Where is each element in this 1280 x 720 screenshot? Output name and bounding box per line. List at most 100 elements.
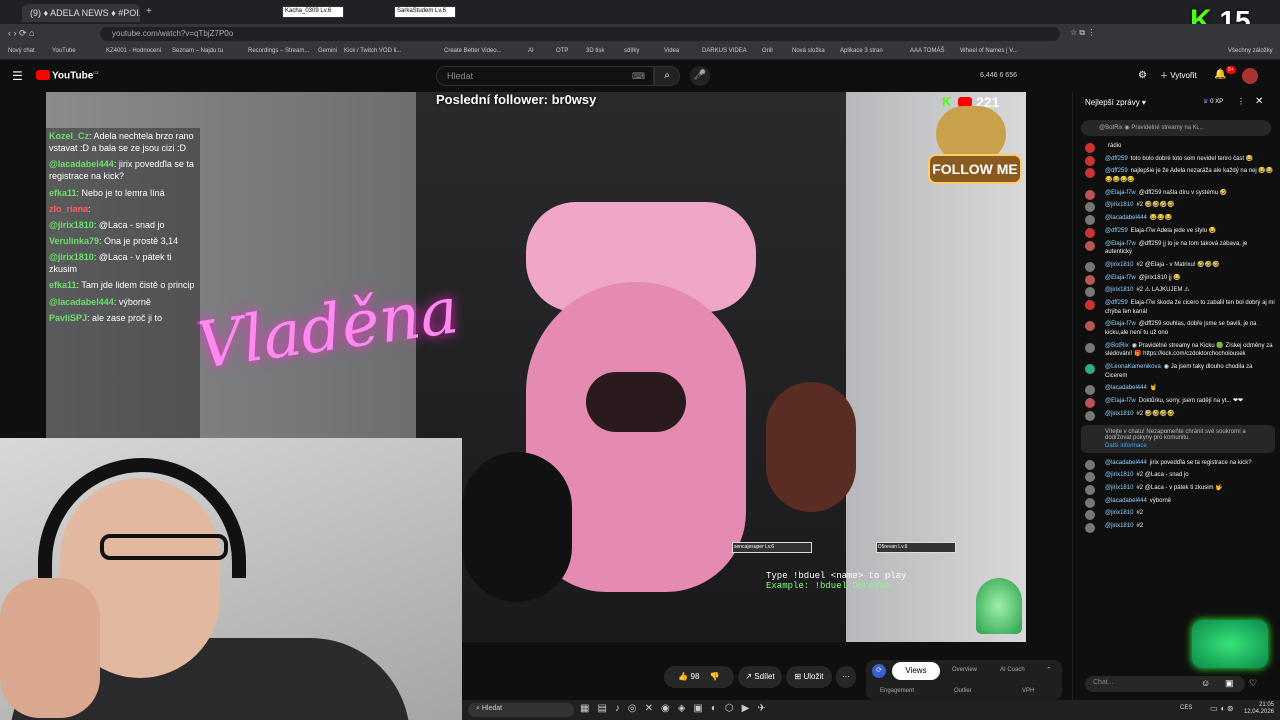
bookmark-item[interactable]: Všechny záložky bbox=[1228, 48, 1273, 54]
save-label: Uložit bbox=[803, 672, 824, 681]
save-button[interactable]: ⊞ Uložit bbox=[786, 666, 832, 688]
chat-username[interactable]: @Elaja-f7w bbox=[1105, 398, 1136, 404]
bookmark-item[interactable]: sdílky bbox=[624, 48, 639, 54]
bookmark-item[interactable]: Nový chat bbox=[8, 48, 35, 54]
bookmark-item[interactable]: Aplikace 3 stran bbox=[840, 48, 883, 54]
chat-username[interactable]: @jirix1810 bbox=[1105, 262, 1133, 268]
tab-engagement[interactable]: Engagement bbox=[880, 688, 914, 694]
like-button[interactable]: 👍 98 bbox=[678, 672, 699, 681]
chat-more-icon[interactable]: ⋮ bbox=[1237, 97, 1245, 106]
bookmark-item[interactable]: KZ4001 - Hodnocení bbox=[106, 48, 161, 54]
avatar bbox=[1085, 287, 1095, 298]
chat-text: ◉ Pravidelné streamy na Kicku 🟢 Získej o… bbox=[1105, 342, 1273, 358]
tab-vph[interactable]: VPH bbox=[1022, 688, 1034, 694]
url-field[interactable]: youtube.com/watch?v=qTbjZ7P0o bbox=[100, 27, 1060, 41]
share-button[interactable]: ↗ Sdílet bbox=[738, 666, 782, 688]
tab-overview[interactable]: Overview bbox=[952, 667, 977, 673]
chat-mode-dropdown[interactable]: Nejlepší zprávy ▾ bbox=[1085, 98, 1146, 107]
chevron-up-icon[interactable]: ⌃ bbox=[1046, 666, 1052, 674]
close-icon[interactable]: ✕ bbox=[1255, 96, 1263, 107]
chat-message-list: rádio @dff259 toto bolo dobré toto som ne… bbox=[1081, 140, 1275, 670]
chat-username[interactable]: @dff259 bbox=[1105, 228, 1128, 234]
extensions-icon[interactable]: ☆ ⧉ ⋮ bbox=[1070, 28, 1095, 38]
chat-text: #2 @Laca - snad jo bbox=[1136, 472, 1189, 479]
chat-username[interactable]: @lacadabel444 bbox=[1105, 460, 1147, 466]
chat-username[interactable]: @Elaja-f7w bbox=[1105, 241, 1136, 247]
pinned-message[interactable]: @BotRix ◉ Pravidelné streamy na Ki... bbox=[1081, 120, 1271, 136]
chat-username[interactable]: @lacadabel444 bbox=[1105, 498, 1147, 504]
chat-username[interactable]: @jirix1810 bbox=[1105, 485, 1133, 491]
bookmark-item[interactable]: YouTube bbox=[52, 48, 76, 54]
menu-icon[interactable]: ☰ bbox=[12, 69, 23, 83]
chat-username[interactable]: @dff259 bbox=[1105, 300, 1128, 306]
chat-username[interactable]: @jirix1810 bbox=[1105, 287, 1133, 293]
bookmark-item[interactable]: Gemini bbox=[318, 48, 337, 54]
chat-username[interactable]: @jirix1810 bbox=[1105, 523, 1133, 529]
chat-username[interactable]: @BotRix bbox=[1105, 343, 1129, 349]
bookmark-item[interactable]: Kick / Twitch VOD li... bbox=[344, 48, 401, 54]
chat-username[interactable]: @LeonaKamenikova bbox=[1105, 364, 1161, 370]
chat-username[interactable]: @jirix1810 bbox=[1105, 510, 1133, 516]
lang-text: CES bbox=[1180, 705, 1193, 711]
browser-tab-active[interactable]: (9) ♦ ADELA NEWS ♦ #POI... bbox=[22, 4, 140, 22]
bookmark-item[interactable]: DARKUS VIDEA bbox=[702, 48, 747, 54]
dislike-button[interactable]: 👎 bbox=[710, 672, 720, 681]
bookmark-item[interactable]: AAA TOMÁŠ bbox=[910, 48, 944, 54]
avatar bbox=[1085, 385, 1095, 396]
new-tab-icon[interactable]: + bbox=[146, 6, 152, 17]
bookmark-item[interactable]: AI bbox=[528, 48, 534, 54]
chat-username[interactable]: @lacadabel444 bbox=[1105, 385, 1147, 391]
chat-username[interactable]: @jirix1810 bbox=[1105, 411, 1133, 417]
super-chat-icon[interactable]: ▣ bbox=[1225, 678, 1234, 689]
settings-gear-icon[interactable]: ⚙ bbox=[1138, 70, 1147, 81]
overlay-user: Kozel_Cz bbox=[49, 131, 90, 141]
bookmark-item[interactable]: Videa bbox=[664, 48, 679, 54]
chat-message: @lacadabel444 😂😂😂 bbox=[1081, 212, 1275, 226]
hp-bar-sarka: SarkaStudem Lv.6 bbox=[394, 6, 456, 18]
bookmark-item[interactable]: Create Better Video... bbox=[444, 48, 502, 54]
nav-back-icon[interactable]: ‹ › ⟳ ⌂ bbox=[8, 28, 34, 39]
taskbar-clock[interactable]: 21:05 12.04.2026 bbox=[1244, 702, 1274, 716]
tab-outlier[interactable]: Outlier bbox=[954, 688, 972, 694]
bookmark-item[interactable]: 3D tisk bbox=[586, 48, 604, 54]
avatar bbox=[1085, 472, 1095, 483]
tab-ai-coach[interactable]: AI Coach bbox=[1000, 667, 1025, 673]
chat-username[interactable]: @dff259 bbox=[1105, 168, 1128, 174]
bookmark-item[interactable]: Recordings – Stream... bbox=[248, 48, 309, 54]
tray-icons[interactable]: ▭ ◖ ⊚ bbox=[1210, 704, 1234, 713]
chat-username[interactable]: @Elaja-f7w bbox=[1105, 275, 1136, 281]
search-input[interactable]: Hledat ⌨ bbox=[436, 66, 654, 86]
tab-views[interactable]: Views bbox=[892, 662, 940, 680]
mic-button[interactable]: 🎤 bbox=[690, 66, 710, 86]
create-button[interactable]: ＋ Vytvořit bbox=[1160, 70, 1197, 81]
keyboard-icon[interactable]: ⌨ bbox=[632, 71, 645, 82]
emoji-icon[interactable]: ☺ bbox=[1201, 678, 1210, 688]
chat-username[interactable]: @lacadabel444 bbox=[1105, 215, 1147, 221]
bookmark-item[interactable]: OTP bbox=[556, 48, 568, 54]
heart-icon[interactable]: ♡ bbox=[1249, 678, 1257, 689]
taskbar-pinned-apps[interactable]: ▦▤♪◎✕◉◈▣◐⬡▶✈ bbox=[580, 703, 774, 714]
chat-username[interactable]: @jirix1810 bbox=[1105, 472, 1133, 478]
youtube-logo-icon[interactable] bbox=[36, 70, 50, 80]
bookmark-item[interactable]: Seznam – Najdu tu bbox=[172, 48, 223, 54]
taskbar-search[interactable]: ⌕ Hledat bbox=[468, 703, 574, 717]
chat-text: #2 @Laca - v pátek ti zkusim 🤟 bbox=[1136, 484, 1223, 491]
bell-icon[interactable]: 🔔 bbox=[1214, 69, 1226, 80]
chat-username[interactable]: @jirix1810 bbox=[1105, 202, 1133, 208]
chat-message: @Elaja-f7w @dff259 jj to je na tom taková… bbox=[1081, 238, 1275, 259]
search-button[interactable]: ⌕ bbox=[654, 66, 680, 86]
more-info-link[interactable]: Další informace bbox=[1105, 443, 1269, 449]
chat-input[interactable]: Chat... bbox=[1085, 676, 1245, 692]
crown-icon: ♛ bbox=[1203, 99, 1209, 105]
language-indicator[interactable]: CES bbox=[1180, 705, 1192, 711]
chat-username[interactable]: @Elaja-f7w bbox=[1105, 190, 1136, 196]
bookmark-item[interactable]: Wheel of Names | V... bbox=[960, 48, 1018, 54]
chat-username[interactable]: @dff259 bbox=[1105, 156, 1128, 162]
overlay-text: : ale zase proč ji to bbox=[87, 312, 163, 323]
bookmark-item[interactable]: Nová složka bbox=[792, 48, 825, 54]
avatar[interactable] bbox=[1242, 68, 1258, 84]
youtube-logo[interactable]: YouTubeCZ bbox=[52, 70, 99, 81]
more-button[interactable]: ··· bbox=[836, 666, 856, 688]
bookmark-item[interactable]: Grill bbox=[762, 48, 773, 54]
chat-username[interactable]: @Elaja-f7w bbox=[1105, 321, 1136, 327]
